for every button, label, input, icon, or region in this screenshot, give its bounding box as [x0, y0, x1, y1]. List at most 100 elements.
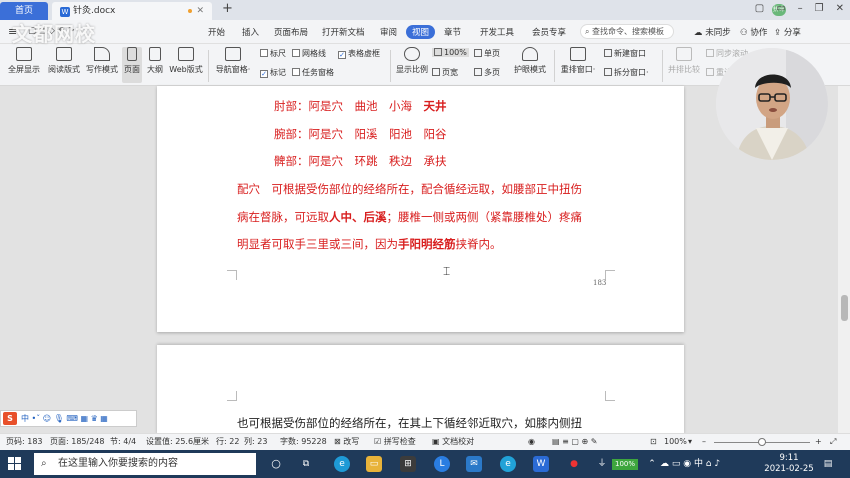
battery-indicator[interactable]: 100%: [612, 459, 638, 470]
zoom-dropdown-icon[interactable]: ▾: [688, 434, 692, 450]
ime-mode-label[interactable]: 中: [21, 414, 29, 423]
new-tab-button[interactable]: +: [222, 1, 233, 16]
system-clock[interactable]: 9:11 2021-02-25: [764, 453, 814, 475]
single-page-button[interactable]: 单页: [474, 48, 500, 59]
ruler-checkbox[interactable]: 标尺: [260, 48, 286, 59]
fullscreen-button[interactable]: 全屏显示: [6, 47, 42, 75]
margin-mark: [605, 270, 615, 280]
eye-protection-button[interactable]: 护眼模式: [512, 47, 548, 75]
ime-tools-icon[interactable]: •ˇ ☺ 🎙 ⌨ ▦ ♛ ▦: [32, 414, 108, 423]
check-icon: ☑: [374, 437, 382, 446]
status-pages: 页面: 185/248: [50, 437, 105, 446]
close-window-button[interactable]: ✕: [836, 3, 844, 14]
book-icon: [56, 47, 72, 61]
spell-check-button[interactable]: ☑ 拼写检查: [374, 434, 416, 450]
zoom-slider-handle[interactable]: [758, 438, 766, 446]
fullscreen-icon[interactable]: ⤢: [830, 434, 836, 450]
status-col: 列: 23: [244, 437, 268, 446]
ime-toolbar[interactable]: S中 •ˇ ☺ 🎙 ⌨ ▦ ♛ ▦: [0, 410, 137, 427]
sync-status[interactable]: ☁ 未同步: [694, 26, 731, 38]
menu-section[interactable]: 章节: [444, 26, 461, 38]
zoom-ratio-button[interactable]: 显示比例: [394, 47, 430, 75]
markup-checkbox[interactable]: ✓ 标记: [260, 67, 286, 78]
status-words[interactable]: 字数: 95228: [280, 434, 327, 450]
fullscreen-icon: [16, 47, 32, 61]
reading-layout-button[interactable]: 阅读版式: [46, 47, 82, 75]
zoom-100-button[interactable]: 100%: [432, 48, 469, 57]
outline-button[interactable]: 大纲: [146, 47, 164, 75]
new-window-button[interactable]: 新建窗口: [604, 48, 646, 59]
file-explorer-icon[interactable]: ▭: [366, 456, 382, 472]
eye-protection-icon[interactable]: ◉: [528, 434, 535, 450]
windows-start-button[interactable]: [8, 457, 22, 471]
view-mode-icons[interactable]: ▤ ≡ ▢ ⊕ ✎: [552, 434, 597, 450]
tray-icons[interactable]: ⌃: [644, 456, 660, 472]
command-search-input[interactable]: ⌕ 查找命令、搜索模板: [580, 24, 674, 39]
restore-icon[interactable]: ▭: [776, 3, 785, 14]
multi-page-button[interactable]: 多页: [474, 67, 500, 78]
menu-review[interactable]: 审阅: [380, 26, 397, 38]
gridlines-checkbox[interactable]: 网格线: [292, 48, 326, 59]
presenter-video-icon: [716, 48, 828, 160]
layout-icon[interactable]: ▢: [755, 3, 764, 14]
task-pane-checkbox[interactable]: 任务窗格: [292, 67, 334, 78]
margin-mark: [227, 270, 237, 280]
table-gridlines-checkbox[interactable]: ✓ 表格虚框: [338, 48, 380, 59]
nav-pane-icon: [225, 47, 241, 61]
status-page: 页码: 183: [6, 437, 43, 446]
webcam-overlay: [716, 48, 828, 160]
search-icon: ⌕: [41, 458, 47, 469]
unsaved-dot-icon: [188, 9, 192, 13]
zoom-value[interactable]: 100%: [664, 434, 687, 450]
vertical-scrollbar[interactable]: [838, 86, 850, 433]
zoom-in-button[interactable]: +: [815, 434, 822, 450]
split-window-button[interactable]: 拆分窗口·: [604, 67, 649, 78]
menu-developer[interactable]: 开发工具: [480, 26, 514, 38]
document-tab-label: 针灸.docx: [73, 6, 116, 16]
tray-app-icons[interactable]: ☁ ▭ ◉ 中 ⌂ ♪: [660, 456, 750, 472]
store-icon[interactable]: ⊞: [400, 456, 416, 472]
web-layout-button[interactable]: Web版式: [168, 47, 204, 75]
divider: [554, 50, 555, 82]
mail-icon[interactable]: ✉: [466, 456, 482, 472]
menu-member[interactable]: 会员专享: [532, 26, 566, 38]
notifications-icon[interactable]: ▤: [820, 456, 836, 472]
outline-icon: [149, 47, 161, 61]
menu-insert[interactable]: 插入: [242, 26, 259, 38]
taskbar-search-input[interactable]: ⌕ 在这里输入你要搜索的内容: [34, 453, 256, 475]
wps-writer-icon[interactable]: W: [533, 456, 549, 472]
menu-view[interactable]: 视图: [406, 25, 436, 39]
nav-pane-button[interactable]: 导航窗格·: [212, 47, 254, 75]
side-by-side-button[interactable]: 并排比较: [666, 47, 702, 75]
document-page[interactable]: 肘部：阿是穴 曲池 小海 天井 腕部：阿是穴 阳溪 阳池 阳谷 髀部：阿是穴 环…: [157, 86, 684, 332]
record-icon[interactable]: ●: [566, 456, 582, 472]
rearrange-window-button[interactable]: 重排窗口·: [558, 47, 598, 75]
fit-page-icon[interactable]: ⊡: [650, 434, 657, 450]
app-l-icon[interactable]: L: [434, 456, 450, 472]
page-layout-button[interactable]: 页面: [122, 47, 142, 83]
zoom-out-button[interactable]: –: [702, 434, 706, 450]
proofread-button[interactable]: ▣ 文档校对: [432, 434, 474, 450]
close-tab-icon[interactable]: ✕: [196, 2, 204, 20]
task-view-icon[interactable]: ⧉: [298, 456, 314, 472]
share-button[interactable]: ⇪ 分享: [774, 26, 801, 38]
status-setting: 设置值: 25.6厘米: [146, 437, 210, 446]
scrollbar-thumb[interactable]: [841, 295, 848, 321]
menu-page-layout[interactable]: 页面布局: [274, 26, 308, 38]
edge-browser-icon[interactable]: e: [334, 456, 350, 472]
maximize-button[interactable]: ❐: [815, 3, 824, 14]
browser-icon[interactable]: e: [500, 456, 516, 472]
page-icon: [127, 47, 137, 61]
overwrite-toggle[interactable]: ⊠ 改写: [334, 434, 359, 450]
menu-open-new-doc[interactable]: 打开新文档: [322, 26, 365, 38]
document-page[interactable]: 也可根据受伤部位的经络所在，在其上下循经邻近取穴，如膝内侧扭: [157, 345, 684, 435]
plug-icon[interactable]: ⏚: [594, 456, 610, 472]
minimize-button[interactable]: –: [798, 3, 803, 14]
cortana-icon[interactable]: ○: [268, 456, 284, 472]
doc-line-2: 腕部：阿是穴 阳溪 阳池 阳谷: [274, 127, 447, 141]
page-width-button[interactable]: 页宽: [432, 67, 458, 78]
menu-start[interactable]: 开始: [208, 26, 225, 38]
collaborate-button[interactable]: ⚇ 协作: [740, 26, 767, 38]
divider: [662, 50, 663, 82]
writing-mode-button[interactable]: 写作模式: [84, 47, 120, 75]
